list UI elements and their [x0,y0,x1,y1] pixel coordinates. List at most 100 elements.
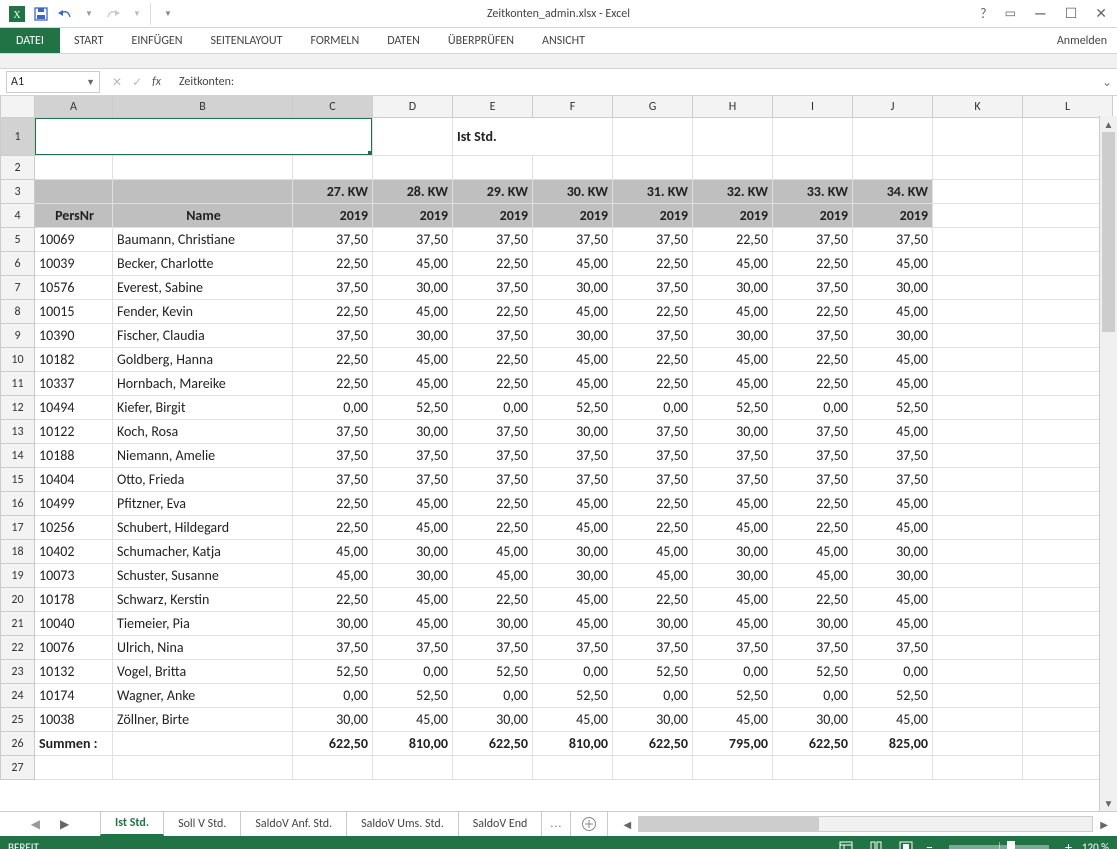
pers-name[interactable]: Everest, Sabine [113,276,293,300]
value-cell[interactable]: 45,00 [773,540,853,564]
value-cell[interactable]: 0,00 [293,684,373,708]
value-cell[interactable]: 22,50 [453,348,533,372]
value-cell[interactable]: 0,00 [693,660,773,684]
cell-E2[interactable] [453,156,533,180]
zoom-in-button[interactable]: + [1065,839,1072,849]
value-cell[interactable]: 37,50 [613,636,693,660]
scroll-up-icon[interactable]: ▲ [1100,116,1117,132]
scroll-left-icon[interactable]: ◀ [620,818,634,831]
year-header[interactable]: 2019 [773,204,853,228]
row-header-13[interactable]: 13 [1,420,35,444]
value-cell[interactable]: 45,00 [693,516,773,540]
sum-cell[interactable]: 622,50 [773,732,853,756]
value-cell[interactable]: 30,00 [373,276,453,300]
pers-id[interactable]: 10499 [35,492,113,516]
pers-id[interactable]: 10256 [35,516,113,540]
value-cell[interactable]: 0,00 [853,660,933,684]
value-cell[interactable]: 30,00 [373,420,453,444]
undo-icon[interactable] [54,3,76,25]
value-cell[interactable]: 37,50 [533,636,613,660]
row-header-23[interactable]: 23 [1,660,35,684]
sheet-tab[interactable]: SaldoV Ums. Std. [347,812,459,836]
year-header[interactable]: 2019 [853,204,933,228]
qat-customize-icon[interactable]: ▼ [150,3,179,25]
spreadsheet-grid[interactable]: ABCDEFGHIJKL1Zeitkonten:Ist Std.2327. KW… [0,96,1117,811]
cell[interactable] [853,756,933,780]
sum-cell[interactable]: 810,00 [373,732,453,756]
row-header-11[interactable]: 11 [1,372,35,396]
value-cell[interactable]: 30,00 [693,564,773,588]
row-header-21[interactable]: 21 [1,612,35,636]
redo-dropdown-icon[interactable]: ▼ [126,3,148,25]
value-cell[interactable]: 37,50 [293,468,373,492]
zoom-level[interactable]: 120 % [1082,841,1109,849]
cell[interactable] [933,300,1023,324]
cell[interactable] [933,588,1023,612]
cell[interactable] [933,540,1023,564]
col-header-H[interactable]: H [693,96,773,118]
value-cell[interactable]: 37,50 [613,228,693,252]
value-cell[interactable]: 37,50 [533,228,613,252]
row-header-9[interactable]: 9 [1,324,35,348]
value-cell[interactable]: 45,00 [533,612,613,636]
pers-name[interactable]: Tiemeier, Pia [113,612,293,636]
pers-id[interactable]: 10174 [35,684,113,708]
value-cell[interactable]: 37,50 [693,636,773,660]
value-cell[interactable]: 22,50 [453,300,533,324]
value-cell[interactable]: 37,50 [453,276,533,300]
value-cell[interactable]: 30,00 [693,420,773,444]
view-page-break-icon[interactable] [896,839,916,849]
cell[interactable] [933,516,1023,540]
value-cell[interactable]: 52,50 [693,396,773,420]
pers-name[interactable]: Schwarz, Kerstin [113,588,293,612]
value-cell[interactable]: 45,00 [693,372,773,396]
value-cell[interactable]: 22,50 [773,252,853,276]
cell[interactable] [933,396,1023,420]
pers-name[interactable]: Baumann, Christiane [113,228,293,252]
value-cell[interactable]: 37,50 [613,468,693,492]
value-cell[interactable]: 30,00 [453,612,533,636]
sheet-tab[interactable]: SaldoV Anf. Std. [241,812,347,836]
hdr-name[interactable]: Name [113,204,293,228]
value-cell[interactable]: 37,50 [773,444,853,468]
hdr-blank[interactable] [35,180,113,204]
cell-F2[interactable] [533,156,613,180]
chevron-down-icon[interactable]: ▼ [86,77,95,88]
value-cell[interactable]: 45,00 [693,348,773,372]
row-header-15[interactable]: 15 [1,468,35,492]
col-header-K[interactable]: K [933,96,1023,118]
pers-name[interactable]: Koch, Rosa [113,420,293,444]
col-header-J[interactable]: J [853,96,933,118]
value-cell[interactable]: 37,50 [773,636,853,660]
tab-einfügen[interactable]: EINFÜGEN [117,28,196,53]
cell[interactable] [933,684,1023,708]
value-cell[interactable]: 0,00 [613,684,693,708]
value-cell[interactable]: 30,00 [693,540,773,564]
pers-id[interactable]: 10188 [35,444,113,468]
pers-name[interactable]: Schumacher, Katja [113,540,293,564]
pers-name[interactable]: Zöllner, Birte [113,708,293,732]
value-cell[interactable]: 22,50 [613,348,693,372]
value-cell[interactable]: 45,00 [693,612,773,636]
cell[interactable] [933,468,1023,492]
value-cell[interactable]: 45,00 [853,708,933,732]
value-cell[interactable]: 22,50 [453,492,533,516]
value-cell[interactable]: 45,00 [773,564,853,588]
col-header-G[interactable]: G [613,96,693,118]
value-cell[interactable]: 37,50 [773,276,853,300]
value-cell[interactable]: 0,00 [773,684,853,708]
value-cell[interactable]: 37,50 [373,444,453,468]
value-cell[interactable]: 45,00 [533,588,613,612]
row-header-7[interactable]: 7 [1,276,35,300]
value-cell[interactable]: 30,00 [373,564,453,588]
cell[interactable] [113,732,293,756]
cell[interactable] [933,732,1023,756]
col-header-A[interactable]: A [35,96,113,118]
row-header-3[interactable]: 3 [1,180,35,204]
cell-G2[interactable] [613,156,693,180]
value-cell[interactable]: 45,00 [373,708,453,732]
row-header-10[interactable]: 10 [1,348,35,372]
cell-C2[interactable] [293,156,373,180]
value-cell[interactable]: 30,00 [373,324,453,348]
value-cell[interactable]: 22,50 [613,300,693,324]
